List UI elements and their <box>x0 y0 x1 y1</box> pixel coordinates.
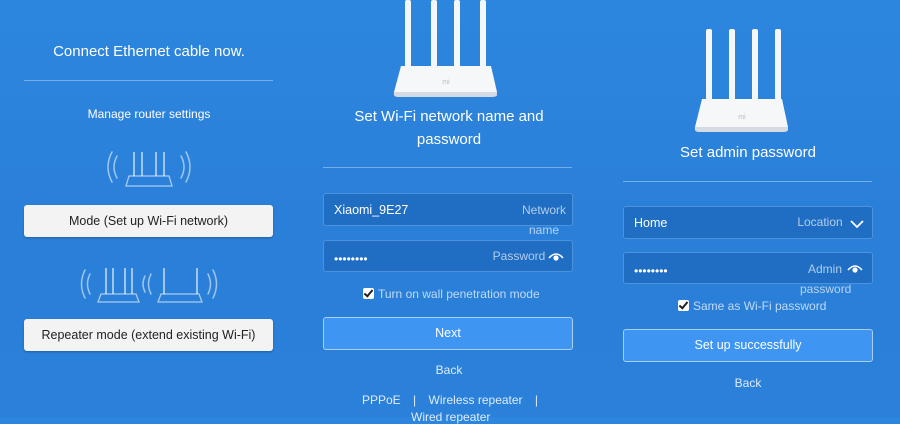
back-link[interactable]: Back <box>298 363 600 377</box>
router-logo-text: mi <box>442 79 450 86</box>
admin-password-value: •••••••• <box>634 264 668 278</box>
admin-password-label: Admin password <box>800 262 852 296</box>
divider <box>623 181 872 182</box>
wall-penetration-label: Turn on wall penetration mode <box>378 287 540 301</box>
back-link[interactable]: Back <box>600 376 896 390</box>
footer-links: PPPoE | Wireless repeater | <box>362 393 547 407</box>
wifi-password-field[interactable]: •••••••• Password <box>323 240 573 272</box>
repeater-mode-button[interactable]: Repeater mode (extend existing Wi-Fi) <box>24 319 273 351</box>
location-label: Location <box>797 215 843 229</box>
network-name-value: Xiaomi_9E27 <box>334 203 409 217</box>
footer-separator: | <box>413 393 417 407</box>
router-wifi-icon <box>107 151 191 187</box>
location-select[interactable]: Home Location <box>623 206 873 239</box>
router-icon: mi <box>393 0 497 97</box>
panel-title: Connect Ethernet cable now. <box>53 43 245 60</box>
same-as-wifi-option[interactable]: Same as Wi-Fi password <box>678 299 826 313</box>
divider <box>323 167 572 168</box>
wired-repeater-link[interactable]: Wired repeater <box>411 410 490 424</box>
panel-title: Set admin password <box>680 144 816 161</box>
pppoe-link[interactable]: PPPoE <box>362 393 401 407</box>
router-icon: mi <box>694 29 788 132</box>
admin-password-field[interactable]: •••••••• Admin password <box>623 252 873 296</box>
network-name-label: Network name <box>521 203 566 237</box>
next-button[interactable]: Next <box>323 317 573 350</box>
wall-penetration-option[interactable]: Turn on wall penetration mode <box>363 287 540 301</box>
footer-separator: | <box>534 393 539 407</box>
ethernet-panel: Connect Ethernet cable now. Manage route… <box>0 0 298 417</box>
wireless-repeater-link[interactable]: Wireless repeater <box>429 393 523 407</box>
network-name-field[interactable]: Xiaomi_9E27 Network name <box>323 193 573 237</box>
admin-password-panel: mi Set admin password Home Location ••••… <box>600 0 900 417</box>
router-logo-text: mi <box>738 114 746 121</box>
location-value: Home <box>634 216 668 230</box>
wifi-password-value: •••••••• <box>334 252 368 266</box>
repeater-wifi-icon <box>80 268 218 303</box>
checkbox-checked-icon[interactable] <box>363 288 374 299</box>
manage-settings-label: Manage router settings <box>87 107 211 121</box>
chevron-down-icon[interactable] <box>850 220 864 228</box>
wifi-setup-panel: mi Set Wi-Fi network name and password X… <box>298 0 600 424</box>
checkbox-checked-icon[interactable] <box>678 300 689 311</box>
divider <box>24 80 273 81</box>
eye-icon[interactable] <box>847 264 863 274</box>
panel-title-line1: Set Wi-Fi network name and <box>354 108 544 125</box>
same-as-wifi-label: Same as Wi-Fi password <box>693 299 827 313</box>
mode-button[interactable]: Mode (Set up Wi-Fi network) <box>24 205 273 237</box>
eye-icon[interactable] <box>548 252 564 262</box>
wifi-password-label: Password <box>492 249 546 263</box>
panel-title-line2: password <box>416 131 482 148</box>
setup-successfully-button[interactable]: Set up successfully <box>623 329 873 362</box>
